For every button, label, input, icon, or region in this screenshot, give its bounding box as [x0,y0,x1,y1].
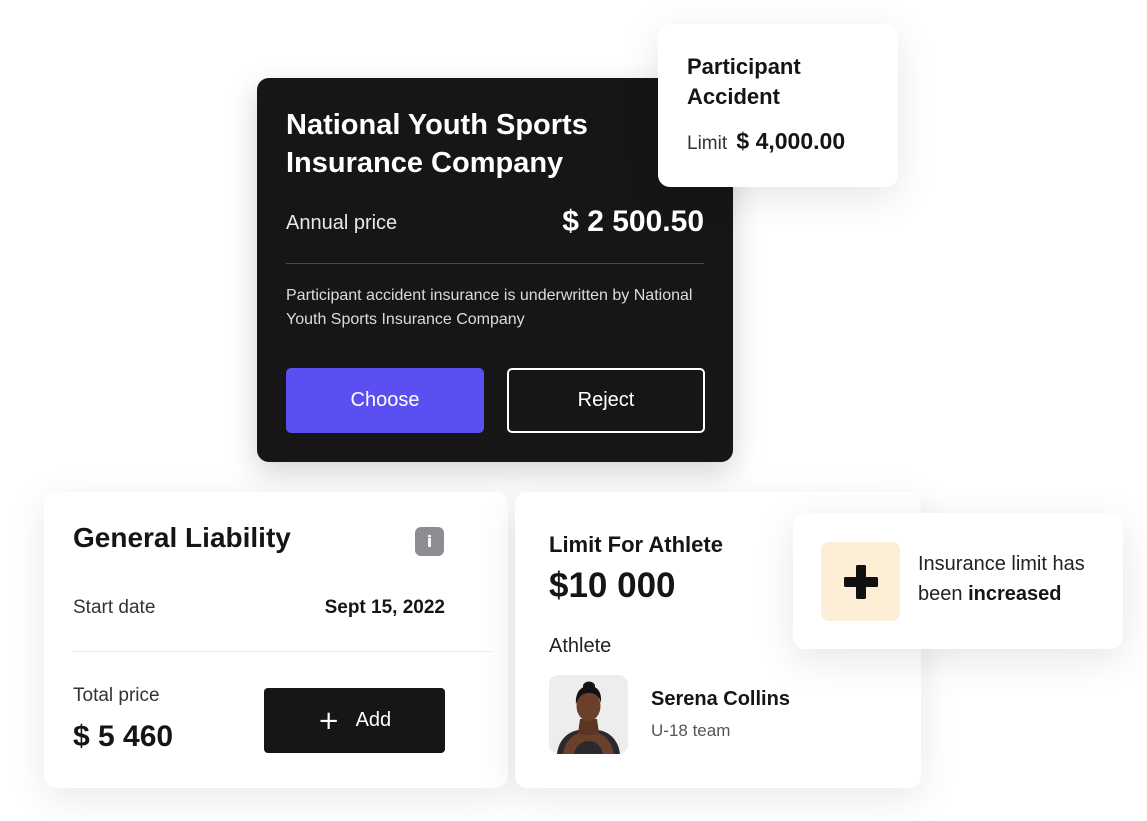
company-name: National Youth Sports Insurance Company [286,109,588,179]
add-button-label: Add [355,709,392,731]
athlete-photo [549,675,628,754]
start-date-label: Start date [73,597,156,618]
plus-icon-box [821,542,900,621]
notification-emphasis: increased [968,583,1062,605]
total-price-value: $ 5 460 [73,720,174,753]
general-liability-card: General Liability i Start date Sept 15, … [44,492,508,788]
limit-label: Limit [687,133,728,154]
info-icon[interactable]: i [415,527,444,556]
underwriting-note: Participant accident insurance is underw… [286,287,693,328]
participant-accident-card: Participant Accident Limit $ 4,000.00 [658,24,898,187]
athlete-section-label: Athlete [549,635,612,657]
plus-icon: + [317,705,340,736]
annual-price-value: $ 2 500.50 [562,205,704,238]
avatar [549,675,628,754]
athlete-limit-title: Limit For Athlete [549,532,723,557]
participant-accident-title: Participant Accident [687,54,801,109]
add-button[interactable]: + Add [264,688,445,753]
choose-button[interactable]: Choose [286,368,484,433]
general-liability-title: General Liability [73,522,291,553]
limit-value: $ 4,000.00 [736,128,846,154]
limit-row: Limit $ 4,000.00 [687,128,845,155]
limit-increased-notification: Insurance limit has been increased [793,513,1123,649]
reject-button[interactable]: Reject [507,368,705,433]
divider [73,651,492,652]
athlete-name: Serena Collins [651,688,790,710]
athlete-limit-value: $10 000 [549,566,676,605]
start-date-value: Sept 15, 2022 [324,597,445,618]
annual-price-label: Annual price [286,212,398,234]
athlete-team: U-18 team [651,721,731,740]
divider [286,263,704,264]
plus-icon [843,564,878,599]
notification-message: Insurance limit has been increased [918,549,1108,609]
total-price-label: Total price [73,685,160,706]
